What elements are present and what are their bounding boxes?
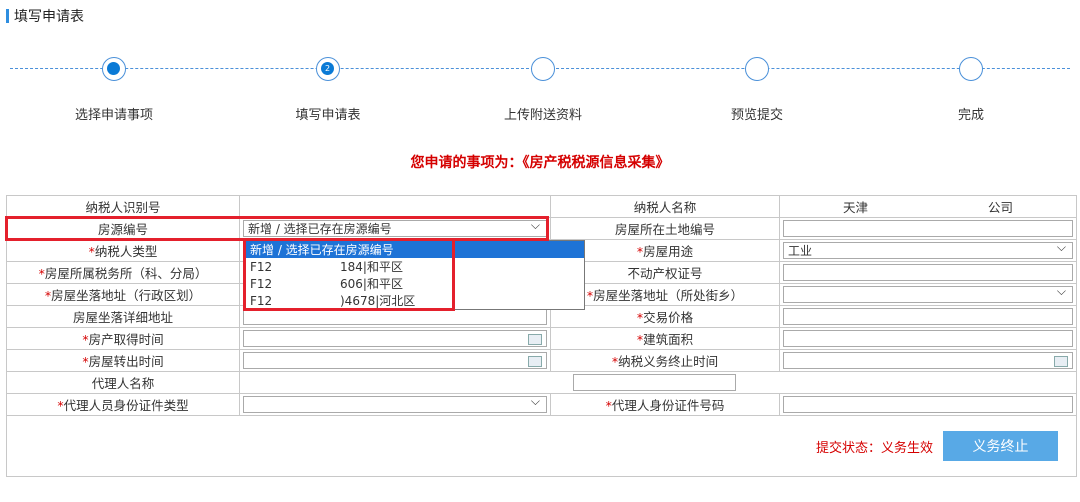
progress-steps [0,52,1080,92]
form-row: *房屋转出时间 *纳税义务终止时间 [7,350,1076,372]
step-label-3: 上传附送资料 [503,108,582,123]
trade-price-label: *交易价格 [636,310,694,325]
dropdown-option[interactable]: F12 606|和平区 [246,275,584,292]
section-title: 填写申请表 [6,7,84,25]
agent-id-no-input[interactable] [783,396,1073,413]
house-no-label: 房源编号 [97,222,148,237]
taxpayer-name-part1: 天津 [842,200,868,215]
step-label-4: 预览提交 [730,108,783,123]
land-no-label: 房屋所在土地编号 [614,222,715,237]
title-accent-bar [6,9,9,23]
taxpayer-name-label: 纳税人名称 [633,200,697,215]
house-use-label: *房屋用途 [636,244,694,259]
land-no-input[interactable] [783,220,1073,237]
house-no-select-value: 新增 / 选择已存在房源编号 [248,222,392,236]
house-no-dropdown-list: 新增 / 选择已存在房源编号 F12 184|和平区 F12 606|和平区 F12… [245,240,585,310]
transfer-time-date-input[interactable] [243,352,547,369]
property-cert-input[interactable] [783,264,1073,281]
application-form: 纳税人识别号 纳税人名称 天津 公司 房源编号 新增 / 选择已存在房源编号 房屋… [6,195,1077,477]
form-row: *房产取得时间 *建筑面积 [7,328,1076,350]
step-label-2: 填写申请表 [295,108,361,123]
addr-detail-label: 房屋坐落详细地址 [72,310,173,325]
form-footer: 提交状态：义务生效 义务终止 [7,416,1076,476]
taxpayer-type-label: *纳税人类型 [88,244,158,259]
step-label-5: 完成 [957,108,984,123]
agent-name-input[interactable] [573,374,736,391]
house-no-select[interactable]: 新增 / 选择已存在房源编号 [243,218,547,237]
house-use-select[interactable]: 工业 [783,240,1073,259]
step-node-5 [959,57,983,81]
area-input[interactable] [783,330,1073,347]
addr-street-label: *房屋坐落地址（所处街乡） [586,288,744,303]
house-use-select-value: 工业 [788,244,813,258]
step-node-1 [102,57,126,81]
form-row: 房源编号 新增 / 选择已存在房源编号 房屋所在土地编号 [7,218,1076,240]
dropdown-option[interactable]: F12)4678|河北区 [246,292,584,309]
submit-status: 提交状态：义务生效 [815,440,933,456]
addr-detail-input[interactable] [243,308,547,325]
step-node-2 [316,57,340,81]
step-node-3 [531,57,555,81]
area-label: *建筑面积 [636,332,694,347]
taxpayer-id-value [240,196,551,217]
taxpayer-name-part2: 公司 [987,200,1013,215]
dropdown-option[interactable]: 新增 / 选择已存在房源编号 [246,241,584,258]
application-item-headline: 您申请的事项为：《房产税税源信息采集》 [410,155,670,171]
agent-id-type-select[interactable] [243,394,547,413]
property-cert-label: 不动产权证号 [627,266,703,281]
section-title-text: 填写申请表 [14,9,84,25]
addr-street-select[interactable] [783,284,1073,303]
form-row: 代理人名称 [7,372,1076,394]
transfer-time-label: *房屋转出时间 [82,354,164,369]
agent-id-type-label: *代理人员身份证件类型 [57,398,189,413]
taxpayer-id-label: 纳税人识别号 [85,200,161,215]
step-node-4 [745,57,769,81]
agent-id-no-label: *代理人身份证件号码 [605,398,725,413]
acquire-time-date-input[interactable] [243,330,547,347]
step-label-1: 选择申请事项 [74,108,153,123]
tax-office-label: *房屋所属税务所（科、分局） [38,266,208,281]
addr-district-label: *房屋坐落地址（行政区划） [44,288,202,303]
terminate-duty-button[interactable]: 义务终止 [943,431,1058,461]
dropdown-option[interactable]: F12 184|和平区 [246,258,584,275]
form-row: *代理人员身份证件类型 *代理人身份证件号码 [7,394,1076,416]
form-row: 纳税人识别号 纳税人名称 天津 公司 [7,196,1076,218]
acquire-time-label: *房产取得时间 [82,332,164,347]
agent-name-label: 代理人名称 [91,376,155,391]
duty-end-label: *纳税义务终止时间 [611,354,719,369]
duty-end-date-input[interactable] [783,352,1073,369]
trade-price-input[interactable] [783,308,1073,325]
